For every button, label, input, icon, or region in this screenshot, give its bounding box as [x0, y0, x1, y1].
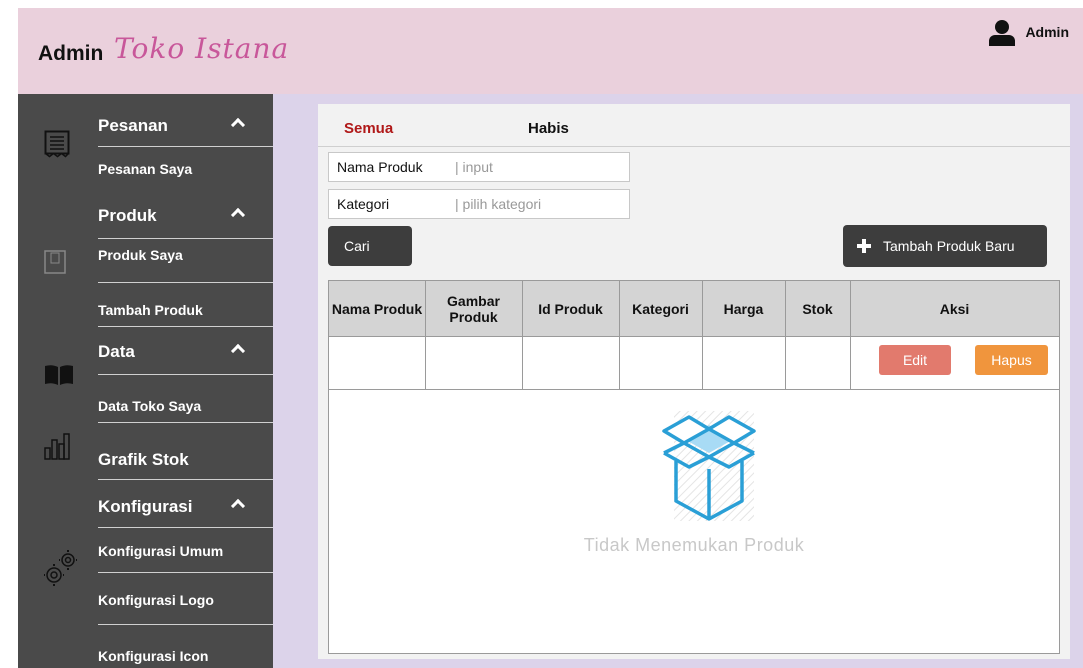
product-name-filter: Nama Produk: [328, 152, 630, 182]
sidebar-item-konfigurasi-logo[interactable]: Konfigurasi Logo: [98, 592, 273, 608]
product-name-input[interactable]: [455, 159, 625, 175]
product-name-label: Nama Produk: [337, 159, 423, 175]
column-header-stok: Stok: [802, 301, 833, 317]
chevron-up-icon: [230, 117, 246, 133]
sidebar-item-grafik-stok[interactable]: Grafik Stok: [98, 450, 273, 470]
chevron-up-icon: [230, 498, 246, 514]
edit-button[interactable]: Edit: [879, 345, 951, 375]
search-button[interactable]: Cari: [328, 226, 412, 266]
tab-semua[interactable]: Semua: [344, 120, 393, 137]
column-header-gambar-produk: Gambar Produk: [447, 293, 500, 325]
column-header-nama-produk: Nama Produk: [331, 301, 423, 317]
empty-state-text: Tidak Menemukan Produk: [583, 535, 805, 555]
sidebar-item-data-toko-saya[interactable]: Data Toko Saya: [98, 398, 273, 414]
chevron-up-icon: [230, 207, 246, 223]
receipt-icon: [44, 130, 70, 158]
sidebar-item-produk-saya[interactable]: Produk Saya: [98, 247, 273, 263]
category-input[interactable]: [455, 196, 625, 212]
sidebar-group-konfigurasi[interactable]: Konfigurasi: [98, 497, 273, 517]
tab-habis[interactable]: Habis: [528, 120, 569, 137]
sidebar-group-pesanan[interactable]: Pesanan: [98, 116, 273, 136]
column-header-aksi: Aksi: [939, 301, 970, 317]
admin-title: Admin: [38, 42, 104, 65]
column-header-harga: Harga: [723, 301, 764, 317]
store-logo-text: Toko Istana: [114, 32, 290, 65]
sidebar-group-data[interactable]: Data: [98, 342, 273, 362]
top-header: Admin Toko Istana Admin: [18, 8, 1083, 94]
gears-icon: [44, 550, 77, 586]
admin-page: Admin Toko Istana Admin Pesanan Pesanan …: [0, 0, 1083, 668]
chart-icon: [44, 433, 70, 460]
category-label: Kategori: [337, 196, 390, 212]
column-header-id-produk: Id Produk: [538, 301, 603, 317]
sidebar-item-konfigurasi-icon[interactable]: Konfigurasi Icon: [98, 648, 273, 664]
plus-icon: [857, 239, 871, 253]
delete-button[interactable]: Hapus: [975, 345, 1048, 375]
add-product-label: Tambah Produk Baru: [883, 238, 1015, 254]
category-filter: Kategori: [328, 189, 630, 219]
sidebar-item-konfigurasi-umum[interactable]: Konfigurasi Umum: [98, 543, 273, 559]
add-product-button[interactable]: Tambah Produk Baru: [843, 225, 1047, 267]
sidebar: Pesanan Pesanan Saya Produk Produk Saya …: [18, 94, 273, 668]
sidebar-item-pesanan-saya[interactable]: Pesanan Saya: [98, 161, 273, 177]
product-icon: [44, 250, 66, 274]
column-header-kategori: Kategori: [632, 301, 689, 317]
user-menu[interactable]: Admin: [989, 20, 1069, 46]
product-table: Nama Produk Gambar Produk Id Produk Kate…: [328, 280, 1060, 654]
sidebar-group-produk[interactable]: Produk: [98, 206, 273, 226]
chevron-up-icon: [230, 343, 246, 359]
user-name: Admin: [1025, 24, 1069, 40]
product-panel: Semua Habis Nama Produk Kategori Cari Ta…: [318, 104, 1070, 659]
empty-box-icon: [662, 411, 756, 521]
book-icon: [45, 365, 73, 385]
sidebar-item-tambah-produk[interactable]: Tambah Produk: [98, 302, 273, 318]
user-icon: [989, 20, 1016, 46]
